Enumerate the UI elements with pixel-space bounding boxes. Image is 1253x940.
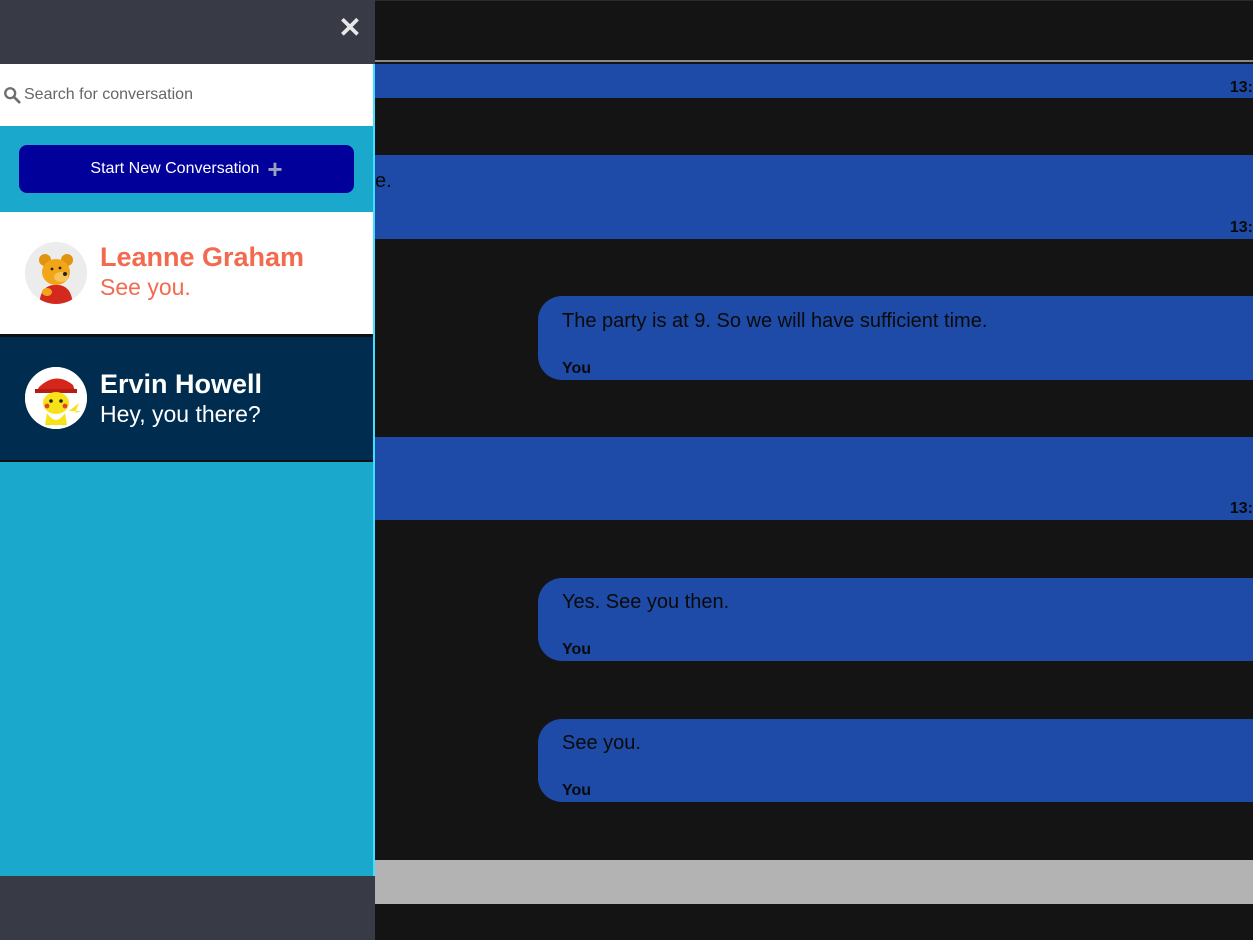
search-bar	[0, 64, 373, 126]
start-new-conversation-button[interactable]: Start New Conversation +	[19, 145, 354, 193]
winnie-the-pooh-icon	[25, 242, 87, 304]
message-incoming: e. 13:	[375, 155, 1253, 239]
plus-icon: +	[267, 154, 283, 184]
message-outgoing: Yes. See you then. You	[538, 578, 1253, 661]
message-outgoing: The party is at 9. So we will have suffi…	[538, 296, 1253, 380]
message-author: You	[562, 782, 592, 799]
message-author: You	[562, 641, 592, 658]
message-input-bar[interactable]	[375, 860, 1253, 904]
conversation-sidebar: ✕ Start New Conversation +	[0, 0, 375, 940]
message-text: Yes. See you then.	[562, 591, 730, 613]
sidebar-border	[373, 64, 375, 876]
sidebar-footer	[0, 876, 375, 940]
message-author: You	[562, 360, 592, 377]
message-text: e.	[375, 170, 392, 192]
message-outgoing: See you. You	[538, 719, 1253, 802]
sidebar-header: ✕	[0, 0, 375, 64]
message-text: See you.	[562, 732, 641, 754]
message-incoming: 13:	[375, 437, 1253, 520]
avatar	[25, 367, 87, 429]
chat-panel: 13: e. 13: The party is at 9. So we will…	[375, 0, 1253, 940]
conversation-last-message: Hey, you there?	[100, 401, 261, 427]
message-text: The party is at 9. So we will have suffi…	[562, 310, 988, 332]
pikachu-icon	[25, 367, 87, 429]
search-input[interactable]	[24, 83, 354, 107]
conversation-item-active[interactable]: Ervin Howell Hey, you there?	[0, 336, 373, 462]
start-new-conversation-label: Start New Conversation	[90, 160, 260, 177]
conversation-name: Leanne Graham	[100, 242, 305, 272]
message-time: 13:	[1229, 79, 1253, 96]
conversation-name: Ervin Howell	[100, 369, 263, 399]
message-time: 13:	[1229, 500, 1253, 517]
message-time: 13:	[1229, 219, 1253, 236]
message-incoming: 13:	[375, 64, 1253, 98]
search-icon	[4, 87, 21, 104]
conversation-last-message: See you.	[100, 274, 191, 300]
chat-header	[375, 0, 1253, 62]
close-icon[interactable]: ✕	[338, 14, 362, 42]
avatar	[25, 242, 87, 304]
conversation-item[interactable]: Leanne Graham See you.	[0, 212, 373, 336]
